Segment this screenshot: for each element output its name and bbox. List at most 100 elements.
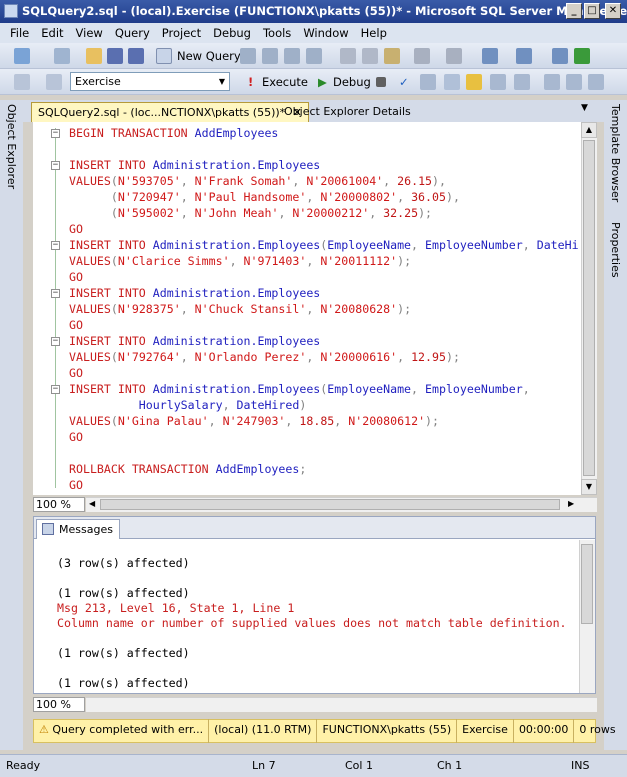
open-file-icon[interactable] — [86, 48, 102, 64]
cancel-query-icon[interactable] — [376, 77, 386, 87]
editor-vertical-scrollbar[interactable]: ▲ ▼ — [581, 122, 597, 495]
code-token: N'247903' — [222, 414, 286, 428]
code-token: , — [306, 254, 321, 268]
client-statistics-icon[interactable] — [514, 74, 530, 90]
properties-tab[interactable]: Properties — [609, 222, 622, 278]
messages-horizontal-scrollbar[interactable] — [86, 697, 597, 712]
code-token: , — [222, 398, 237, 412]
include-plan-icon[interactable] — [490, 74, 506, 90]
copy-icon[interactable] — [362, 48, 378, 64]
code-token: HourlySalary — [69, 398, 223, 412]
xmla-query-icon[interactable] — [284, 48, 300, 64]
hscroll-thumb[interactable] — [100, 499, 560, 510]
collapse-region-icon[interactable]: − — [51, 129, 60, 138]
code-line: INSERT INTO Administration.Employees — [69, 157, 320, 173]
new-project-icon[interactable] — [14, 48, 30, 64]
scroll-down-icon[interactable]: ▼ — [581, 479, 597, 495]
cut-icon[interactable] — [340, 48, 356, 64]
tab-object-explorer-details[interactable]: Object Explorer Details — [278, 102, 417, 122]
code-token: Administration.Employees — [145, 158, 321, 172]
code-token: AddEmployees — [187, 126, 279, 140]
database-select[interactable]: Exercise ▼ — [70, 72, 230, 91]
menu-edit[interactable]: Edit — [35, 26, 69, 40]
parse-icon[interactable]: ✓ — [399, 74, 409, 90]
menu-view[interactable]: View — [70, 26, 109, 40]
close-button[interactable]: ✕ — [605, 3, 621, 19]
menu-debug[interactable]: Debug — [207, 26, 257, 40]
code-token: GO — [69, 270, 83, 284]
navigate-backward-icon[interactable] — [482, 48, 498, 64]
query-editor[interactable]: BEGIN TRANSACTION AddEmployees − INSERT IN… — [33, 122, 581, 495]
tab-messages[interactable]: Messages — [36, 519, 120, 539]
menu-file[interactable]: File — [4, 26, 35, 40]
messages-scroll-thumb[interactable] — [581, 544, 593, 624]
redo-icon[interactable] — [446, 48, 462, 64]
code-token: , — [411, 382, 426, 396]
collapse-region-icon[interactable]: − — [51, 337, 60, 346]
title-bar: SQLQuery2.sql - (local).Exercise (FUNCTI… — [0, 0, 627, 23]
query-status-time: 00:00:00 — [514, 719, 575, 743]
maximize-button[interactable]: □ — [584, 3, 600, 19]
code-token: INSERT INTO — [69, 286, 146, 300]
minimize-button[interactable]: _ — [566, 3, 582, 19]
scroll-right-icon[interactable]: ▶ — [568, 499, 574, 508]
code-token: VALUES — [69, 414, 111, 428]
tab-sqlquery2[interactable]: SQLQuery2.sql - (loc...NCTIONX\pkatts (5… — [31, 102, 309, 122]
results-to-text-icon[interactable] — [544, 74, 560, 90]
collapse-region-icon[interactable]: − — [51, 161, 60, 170]
editor-horizontal-scrollbar[interactable]: ◀ ▶ — [86, 497, 597, 512]
menu-window[interactable]: Window — [297, 26, 354, 40]
navigate-forward-icon[interactable] — [516, 48, 532, 64]
menu-query[interactable]: Query — [109, 26, 156, 40]
results-to-file-icon[interactable] — [588, 74, 604, 90]
collapse-region-icon[interactable]: − — [51, 241, 60, 250]
scroll-up-icon[interactable]: ▲ — [581, 122, 597, 138]
solution-explorer-icon[interactable] — [552, 48, 568, 64]
paste-icon[interactable] — [384, 48, 400, 64]
new-query-button[interactable]: New Query — [177, 48, 241, 64]
menu-help[interactable]: Help — [355, 26, 393, 40]
code-token: VALUES — [69, 350, 111, 364]
save-all-icon[interactable] — [128, 48, 144, 64]
dmx-query-icon[interactable] — [262, 48, 278, 64]
debug-button[interactable]: Debug — [333, 74, 371, 90]
change-connection-icon[interactable] — [46, 74, 62, 90]
code-token: ), — [445, 190, 460, 204]
message-line: (1 row(s) affected) — [57, 646, 190, 660]
scroll-thumb[interactable] — [583, 140, 595, 476]
code-token: DateHi — [536, 238, 579, 252]
tab-list-dropdown-icon[interactable]: ▼ — [581, 103, 588, 113]
menu-project[interactable]: Project — [156, 26, 207, 40]
code-token: INSERT INTO — [69, 382, 146, 396]
save-icon[interactable] — [107, 48, 123, 64]
collapse-region-icon[interactable]: − — [51, 289, 60, 298]
mdx-query-icon[interactable] — [240, 48, 256, 64]
scroll-left-icon[interactable]: ◀ — [89, 499, 95, 508]
start-debug-icon[interactable] — [574, 48, 590, 64]
intellisense-icon[interactable] — [466, 74, 482, 90]
collapse-region-icon[interactable]: − — [51, 385, 60, 394]
messages-zoom[interactable]: 100 % — [33, 697, 85, 712]
object-explorer-tab[interactable]: Object Explorer — [5, 104, 18, 189]
code-line: INSERT INTO Administration.Employees — [69, 285, 320, 301]
code-token: , — [229, 254, 244, 268]
query-designer-icon[interactable] — [444, 74, 460, 90]
template-browser-tab[interactable]: Template Browser — [609, 104, 622, 202]
code-line: GO — [69, 317, 83, 333]
query-status-database: Exercise — [457, 719, 514, 743]
code-line: INSERT INTO Administration.Employees(Emp… — [69, 381, 530, 397]
menu-tools[interactable]: Tools — [257, 26, 297, 40]
dax-query-icon[interactable] — [306, 48, 322, 64]
add-item-icon[interactable] — [54, 48, 70, 64]
results-to-grid-icon[interactable] — [566, 74, 582, 90]
execute-button[interactable]: Execute — [262, 74, 308, 90]
code-token: , — [383, 174, 398, 188]
messages-scrollbar[interactable] — [579, 540, 595, 693]
connect-icon[interactable] — [14, 74, 30, 90]
editor-zoom[interactable]: 100 % — [33, 497, 85, 512]
display-plan-icon[interactable] — [420, 74, 436, 90]
code-token: EmployeeNumber — [425, 238, 523, 252]
code-token: , — [411, 238, 426, 252]
undo-icon[interactable] — [414, 48, 430, 64]
new-query-icon[interactable] — [156, 48, 172, 64]
